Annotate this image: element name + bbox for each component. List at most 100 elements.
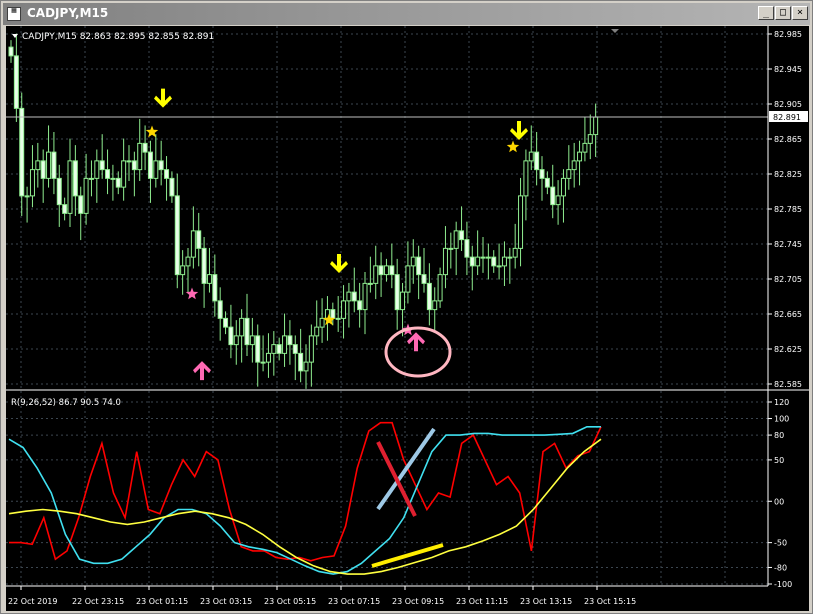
- price-tick-label: 82.705: [774, 275, 802, 284]
- indicator-tick-label: 120: [774, 398, 789, 407]
- indicator-grid: [6, 391, 768, 586]
- chart-area[interactable]: CADJPY,M15 82.863 82.895 82.855 82.891 8…: [6, 26, 809, 611]
- candle-body: [287, 335, 293, 346]
- indicator-tick-label: 00: [774, 497, 784, 506]
- candle-body: [577, 151, 583, 162]
- candle-body: [8, 46, 14, 57]
- candle-body: [228, 326, 234, 346]
- chart-svg[interactable]: CADJPY,M15 82.863 82.895 82.855 82.891 8…: [6, 26, 809, 611]
- candle-body: [190, 230, 196, 258]
- time-tick-label: 23 Oct 15:15: [584, 597, 636, 606]
- candle-body: [566, 169, 572, 179]
- candle-body: [169, 177, 175, 197]
- candle-body: [255, 335, 261, 363]
- candle-body: [534, 151, 540, 171]
- time-tick-label: 23 Oct 09:15: [392, 597, 444, 606]
- candle-body: [99, 160, 105, 171]
- buy-arrow-icon: [407, 332, 425, 352]
- candle-body: [523, 160, 529, 197]
- candle-body: [24, 195, 30, 198]
- candle-body: [539, 169, 545, 179]
- candle-body: [480, 256, 486, 259]
- sell-arrow-icon: [330, 254, 348, 273]
- indicator-panel[interactable]: R(9,26,52) 86.7 90.5 74.0 120 100 80 50 00 -5…: [6, 390, 792, 589]
- candle-body: [512, 247, 518, 258]
- candle-body: [335, 317, 341, 320]
- candle-body: [131, 160, 137, 171]
- indicator-series-line: [9, 421, 602, 562]
- candle-body: [217, 300, 223, 319]
- candle-body: [292, 344, 298, 354]
- candle-body: [115, 177, 121, 188]
- indicator-lines: [8, 421, 602, 575]
- candle-body: [46, 151, 52, 179]
- candle-body: [147, 151, 153, 179]
- candle-body: [405, 265, 411, 293]
- candle-body: [469, 256, 475, 267]
- buy-arrow-icon: [193, 361, 211, 381]
- candle-body: [501, 256, 507, 267]
- candle-body: [528, 151, 534, 162]
- indicator-tick-label: -100: [774, 580, 792, 589]
- time-axis[interactable]: 22 Oct 2019 22 Oct 23:15 23 Oct 01:15 23 Oc…: [6, 585, 768, 606]
- candle-body: [35, 160, 41, 171]
- candle-body: [121, 160, 127, 188]
- candle-body: [550, 186, 556, 206]
- price-tick-label: 82.825: [774, 170, 802, 179]
- dropdown-triangle-icon[interactable]: [12, 34, 18, 38]
- candle-body: [341, 300, 347, 319]
- indicator-tick-label: 50: [774, 456, 784, 465]
- candle-body: [72, 160, 78, 197]
- candle-body: [555, 195, 561, 206]
- candle-body: [67, 160, 73, 214]
- time-tick-label: 23 Oct 01:15: [136, 597, 188, 606]
- candle-body: [544, 177, 550, 188]
- candle-body: [346, 291, 352, 302]
- price-tick-label: 82.865: [774, 135, 802, 144]
- signal-star-icon: [506, 140, 520, 153]
- candle-body: [560, 177, 566, 197]
- candle-body: [496, 265, 502, 268]
- candle-body: [239, 317, 245, 337]
- maximize-button[interactable]: □: [775, 6, 791, 20]
- candle-body: [212, 274, 218, 302]
- chart-shift-marker-icon[interactable]: [611, 29, 619, 33]
- indicator-tick-label: -80: [774, 563, 787, 572]
- candle-body: [453, 230, 459, 249]
- candle-body: [94, 160, 100, 179]
- candle-body: [78, 195, 84, 214]
- candle-body: [394, 274, 400, 311]
- price-axis[interactable]: 82.985 82.945 82.905 82.865 82.825 82.785 82.7…: [767, 26, 808, 390]
- symbol-info: CADJPY,M15 82.863 82.895 82.855 82.891: [22, 32, 214, 42]
- indicator-tick-label: -50: [774, 539, 787, 548]
- chart-window-icon: ▦: [7, 7, 21, 21]
- candle-body: [13, 55, 19, 109]
- sell-arrow-icon: [154, 88, 172, 108]
- candle-body: [357, 300, 363, 311]
- candle-body: [314, 326, 320, 337]
- candle-body: [110, 177, 116, 180]
- candle-body: [426, 282, 432, 311]
- candle-body: [410, 256, 416, 267]
- candle-body: [223, 317, 229, 328]
- close-button[interactable]: ×: [792, 6, 808, 20]
- candle-body: [40, 160, 46, 179]
- candle-body: [153, 160, 159, 179]
- info-label: CADJPY,M15 82.863 82.895 82.855 82.891: [12, 32, 214, 42]
- price-tick-label: 82.625: [774, 345, 802, 354]
- candle-body: [19, 107, 25, 197]
- price-tick-label: 82.785: [774, 205, 802, 214]
- candle-body: [271, 344, 277, 354]
- candle-body: [105, 169, 111, 179]
- candle-body: [180, 265, 186, 276]
- candle-body: [137, 142, 143, 171]
- current-price-label: 82.891: [773, 113, 801, 122]
- candle-body: [389, 265, 395, 276]
- indicator-axis[interactable]: 120 100 80 50 00 -50 -80 -100: [768, 398, 792, 589]
- candle-body: [282, 335, 288, 354]
- time-tick-label: 23 Oct 03:15: [200, 597, 252, 606]
- minimize-button[interactable]: _: [758, 6, 774, 20]
- window-title: CADJPY,M15: [27, 6, 109, 20]
- main-panel[interactable]: CADJPY,M15 82.863 82.895 82.855 82.891: [6, 26, 768, 390]
- title-bar[interactable]: ▦ CADJPY,M15 _ □ ×: [3, 3, 810, 25]
